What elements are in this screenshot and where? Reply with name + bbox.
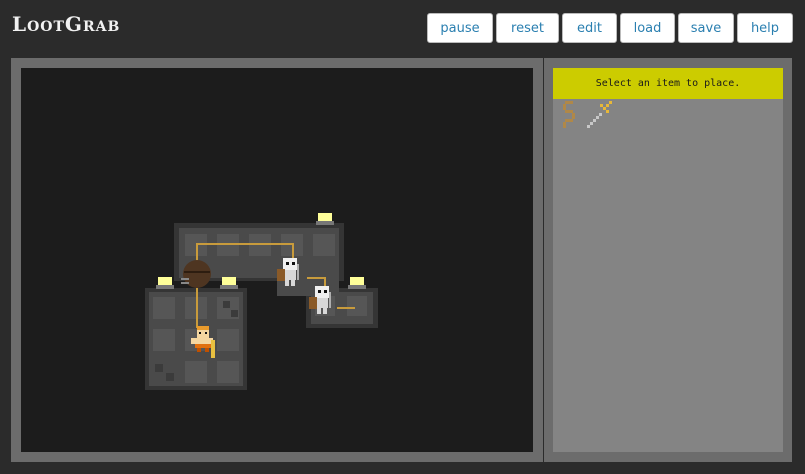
side-panel: Select an item to place. <box>544 58 792 462</box>
reset-button[interactable]: reset <box>496 13 559 43</box>
edit-button[interactable]: edit <box>562 13 617 43</box>
dungeon-map <box>145 213 378 390</box>
help-button[interactable]: help <box>737 13 793 43</box>
toolbar: pause reset edit load save help <box>427 13 793 43</box>
load-button[interactable]: load <box>620 13 675 43</box>
lamp-icon <box>316 213 334 225</box>
item-palette <box>553 99 783 139</box>
game-frame <box>11 58 543 462</box>
save-button[interactable]: save <box>678 13 734 43</box>
app-title: LootGrab <box>12 12 121 36</box>
lamp-icon <box>156 277 174 289</box>
game-board[interactable] <box>21 68 533 452</box>
item-panel: Select an item to place. <box>553 68 783 452</box>
rope-icon[interactable] <box>559 99 579 131</box>
pause-button[interactable]: pause <box>427 13 493 43</box>
lamp-icon <box>348 277 366 289</box>
sword-icon[interactable] <box>583 99 619 131</box>
lamp-icon <box>220 277 238 289</box>
hint-bar: Select an item to place. <box>553 68 783 99</box>
